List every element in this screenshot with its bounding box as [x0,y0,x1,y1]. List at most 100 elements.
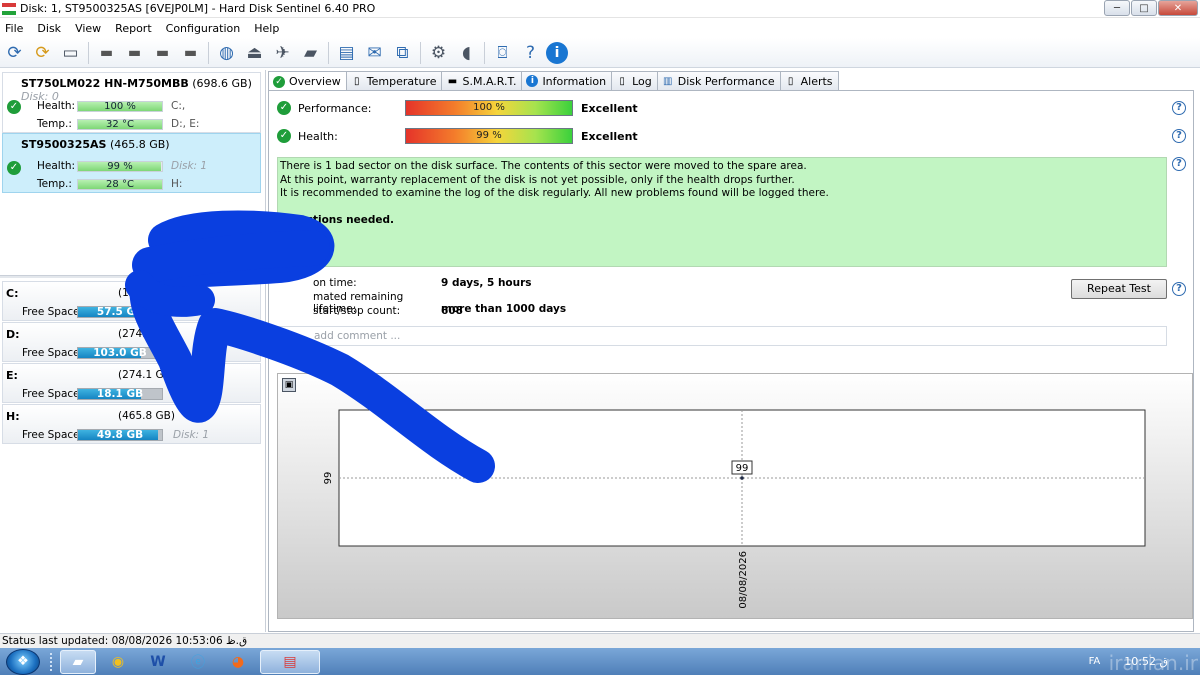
tab-label: Information [542,74,607,88]
tab-temperature[interactable]: ▯ Temperature [345,71,443,90]
refresh-warning-icon[interactable]: ⟳ [30,40,55,65]
word-icon[interactable]: W [140,650,176,674]
health-bar: 100 % [77,101,163,112]
sound-icon[interactable]: ◖ [454,40,479,65]
panel-divider[interactable] [0,275,265,278]
free-space-label: Free Space [22,347,80,359]
toolbar-separator [484,41,485,64]
language-indicator[interactable]: FA [1089,656,1101,667]
free-space-bar: 103.0 GB [77,347,163,359]
health-bar: 99 % [77,161,163,172]
help-icon[interactable]: ? [1172,129,1186,143]
free-space-label: Free Space [22,388,80,400]
disk-info-icon[interactable]: ▭ [58,40,83,65]
disk-name: ST750LM022 HN-M750MBB [21,77,189,90]
free-space-value: 49.8 GB [96,429,144,441]
tab-bar: ✓ Overview ▯ Temperature ▬ S.M.A.R.T. i Info… [268,71,839,91]
camera-icon[interactable]: ⌼ [490,40,515,65]
menu-report[interactable]: Report [115,22,151,35]
notes-icon[interactable]: ▤ [334,40,359,65]
info-icon: i [526,75,539,87]
maximize-button[interactable]: □ [1131,0,1157,16]
free-space-label: Free Space [22,306,80,318]
partition-letter: E: [6,369,18,382]
status-text: Status last updated: 08/08/2026 10:53:06… [2,635,248,647]
menu-view[interactable]: View [75,22,101,35]
tab-disk-performance[interactable]: ▥ Disk Performance [656,71,781,90]
explorer-icon[interactable]: ▰ [60,649,96,674]
performance-rating: Excellent [581,101,638,115]
disk-card-0[interactable]: ST750LM022 HN-M750MBB (698.6 GB) Disk: 0… [2,72,261,133]
disk-size: (465.8 GB) [109,138,170,151]
menu-configuration[interactable]: Configuration [166,22,241,35]
menu-file[interactable]: File [5,22,23,35]
disk-card-1[interactable]: ST9500325AS (465.8 GB) ✓ Health: 99 % Di… [2,133,261,193]
hdsentinel-icon[interactable]: ▤ [260,649,320,674]
mail-icon[interactable]: ✉ [362,40,387,65]
drive-clock-icon[interactable]: ▬ [122,40,147,65]
message-line: It is recommended to examine the log of … [280,187,829,199]
taskbar-grip [50,652,56,671]
help-icon[interactable]: ? [1172,157,1186,171]
power-on-label: on time: [313,277,357,289]
network-icon[interactable]: ⧉ [390,40,415,65]
satellite-icon[interactable]: ✈ [270,40,295,65]
help-icon[interactable]: ? [1172,101,1186,115]
left-panel: ST750LM022 HN-M750MBB (698.6 GB) Disk: 0… [0,70,266,632]
comment-input[interactable]: add comment ... [277,326,1167,346]
tab-alerts[interactable]: ▯ Alerts [779,71,839,90]
tab-smart[interactable]: ▬ S.M.A.R.T. [441,71,523,90]
drive-icon[interactable]: ▬ [94,40,119,65]
check-icon: ✓ [277,101,291,115]
toolbar-separator [420,41,421,64]
message-action: No actions needed. [280,213,395,226]
start-button[interactable]: ❖ [6,648,40,675]
disk-name: ST9500325AS [21,138,107,151]
temp-value: 32 °C [106,119,134,130]
usb-drive-icon[interactable]: ▰ [298,40,323,65]
check-icon: ✓ [7,161,21,175]
eject-icon[interactable]: ⏏ [242,40,267,65]
power-on-value: 9 days, 5 hours [441,277,532,289]
health-value: 100 % [104,101,136,112]
repeat-test-button[interactable]: Repeat Test [1071,279,1167,299]
close-button[interactable]: ✕ [1158,0,1198,16]
taskbar: ❖ ▰ ◉ W ⓔ ◕ ▤ FA 10:52 ق iranian.ir [0,648,1200,675]
menu-disk[interactable]: Disk [37,22,61,35]
toolbar: ⟳ ⟳ ▭ ▬ ▬ ▬ ▬ ◍ ⏏ ✈ ▰ ▤ ✉ ⧉ ⚙ ◖ ⌼ ? i [0,38,1200,68]
tab-label: Overview [289,75,341,88]
startstop-row: start/stop count: 608 [277,305,463,317]
chrome-icon[interactable]: ◉ [100,650,136,674]
tab-label: Log [632,74,652,88]
info-icon[interactable]: i [546,41,568,64]
drive-test-icon[interactable]: ▬ [178,40,203,65]
free-space-bar: 49.8 GB [77,429,163,441]
toolbar-separator [328,41,329,64]
performance-row: ✓ Performance: 100 % Excellent [277,100,638,116]
partition-card-d[interactable]: D: (274.1 GB) Free Space 103.0 GB [2,322,261,362]
settings-icon[interactable]: ⚙ [426,40,451,65]
drive-check-icon[interactable]: ▬ [150,40,175,65]
firefox-icon[interactable]: ◕ [220,650,256,674]
refresh-icon[interactable]: ⟳ [2,40,27,65]
free-space-value: 103.0 GB [93,347,147,359]
globe-drive-icon[interactable]: ◍ [214,40,239,65]
partition-card-e[interactable]: E: (274.1 GB) Free Space 18.1 GB [2,363,261,403]
partitions-label: D:, E: [171,118,200,130]
tab-overview[interactable]: ✓ Overview [268,71,347,91]
partition-card-c[interactable]: C: (15 Free Space 57.5 GB [2,281,261,321]
minimize-button[interactable]: ─ [1104,0,1130,16]
power-on-row: on time: 9 days, 5 hours [277,277,532,289]
x-tick-label: 08/08/2026 [738,551,749,609]
tab-log[interactable]: ▯ Log [611,71,658,90]
help-icon[interactable]: ? [1172,282,1186,296]
free-space-value: 18.1 GB [96,388,144,400]
menu-help[interactable]: Help [254,22,279,35]
free-space-label: Free Space [22,429,80,441]
edge-icon[interactable]: ⓔ [180,650,216,674]
help-icon[interactable]: ? [518,40,543,65]
performance-label: Performance: [298,101,372,115]
tab-information[interactable]: i Information [521,71,613,90]
partition-card-h[interactable]: H: (465.8 GB) Free Space 49.8 GB Disk: 1 [2,404,261,444]
tab-label: Temperature [366,74,437,88]
